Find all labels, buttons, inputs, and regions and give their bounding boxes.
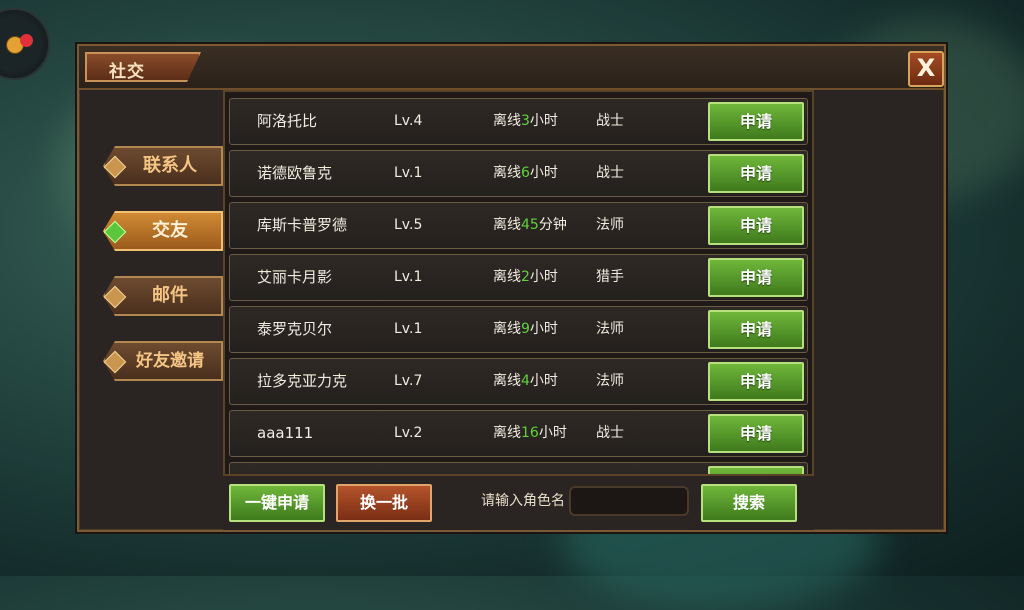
offline-value: 3 [521, 113, 530, 129]
apply-button[interactable]: 申请 [708, 154, 804, 193]
player-name: 库斯卡普罗德 [257, 216, 348, 234]
offline-unit: 小时 [529, 269, 558, 285]
offline-unit: 小时 [529, 373, 558, 389]
player-class: 战士 [596, 425, 624, 441]
apply-button[interactable]: 申请 [708, 414, 804, 453]
offline-prefix: 离线 [493, 165, 521, 181]
list-item-partial [229, 462, 808, 474]
player-level: Lv.1 [394, 321, 423, 337]
player-level: Lv.7 [394, 373, 423, 389]
apply-all-button[interactable]: 一键申请 [229, 484, 325, 522]
player-name: 艾丽卡月影 [257, 268, 333, 286]
apply-button[interactable]: 申请 [708, 102, 804, 141]
offline-prefix: 离线 [493, 217, 521, 233]
offline-prefix: 离线 [493, 269, 521, 285]
notification-dot-icon [20, 34, 33, 47]
player-class: 法师 [596, 217, 624, 233]
search-label: 请输入角色名 [481, 493, 565, 509]
offline-value: 2 [521, 269, 530, 285]
minimap-corner[interactable] [0, 8, 50, 80]
sidebar: 联系人 交友 邮件 好友邀请 [79, 90, 225, 530]
offline-prefix: 离线 [493, 373, 521, 389]
offline-unit: 小时 [529, 165, 558, 181]
offline-value: 16 [521, 425, 539, 441]
player-name: aaa111 [257, 424, 314, 442]
apply-button[interactable]: 申请 [708, 310, 804, 349]
bottom-toolbar: 一键申请 换一批 请输入角色名 搜索 [223, 476, 814, 530]
player-name: 泰罗克贝尔 [257, 320, 333, 338]
social-panel: 社交 X 联系人 交友 邮件 好友邀请 阿洛托比 Lv.4 离线3小时 战士 申… [77, 44, 946, 532]
panel-title: 社交 [109, 62, 145, 82]
player-class: 战士 [596, 165, 624, 181]
offline-value: 9 [521, 321, 530, 337]
player-class: 猎手 [596, 269, 624, 285]
apply-button[interactable]: 申请 [708, 258, 804, 297]
player-class: 战士 [596, 113, 624, 129]
player-level: Lv.1 [394, 269, 423, 285]
apply-button-partial[interactable] [708, 466, 804, 474]
offline-status: 离线3小时 [493, 99, 558, 144]
list-item: 艾丽卡月影 Lv.1 离线2小时 猎手 申请 [229, 254, 808, 301]
list-item: aaa111 Lv.2 离线16小时 战士 申请 [229, 410, 808, 457]
apply-button[interactable]: 申请 [708, 362, 804, 401]
offline-status: 离线9小时 [493, 307, 558, 352]
player-class: 法师 [596, 373, 624, 389]
offline-status: 离线4小时 [493, 359, 558, 404]
player-class: 法师 [596, 321, 624, 337]
player-name: 拉多克亚力克 [257, 372, 348, 390]
search-button[interactable]: 搜索 [701, 484, 797, 522]
offline-value: 45 [521, 217, 539, 233]
offline-unit: 小时 [538, 425, 567, 441]
offline-status: 离线16小时 [493, 411, 567, 456]
offline-prefix: 离线 [493, 425, 521, 441]
player-level: Lv.5 [394, 217, 423, 233]
player-level: Lv.4 [394, 113, 423, 129]
search-input[interactable] [569, 486, 689, 516]
apply-button[interactable]: 申请 [708, 206, 804, 245]
player-level: Lv.2 [394, 425, 423, 441]
offline-value: 4 [521, 373, 530, 389]
refresh-batch-button[interactable]: 换一批 [336, 484, 432, 522]
player-level: Lv.1 [394, 165, 423, 181]
offline-status: 离线45分钟 [493, 203, 567, 248]
offline-unit: 小时 [529, 113, 558, 129]
player-list[interactable]: 阿洛托比 Lv.4 离线3小时 战士 申请 诺德欧鲁克 Lv.1 离线6小时 战… [223, 90, 814, 476]
list-item: 泰罗克贝尔 Lv.1 离线9小时 法师 申请 [229, 306, 808, 353]
offline-status: 离线6小时 [493, 151, 558, 196]
list-item: 阿洛托比 Lv.4 离线3小时 战士 申请 [229, 98, 808, 145]
panel-header: 社交 X [79, 46, 944, 90]
close-button[interactable]: X [908, 51, 944, 87]
list-item: 库斯卡普罗德 Lv.5 离线45分钟 法师 申请 [229, 202, 808, 249]
list-item: 诺德欧鲁克 Lv.1 离线6小时 战士 申请 [229, 150, 808, 197]
offline-unit: 小时 [529, 321, 558, 337]
list-item: 拉多克亚力克 Lv.7 离线4小时 法师 申请 [229, 358, 808, 405]
offline-prefix: 离线 [493, 113, 521, 129]
offline-status: 离线2小时 [493, 255, 558, 300]
player-name: 阿洛托比 [257, 112, 318, 130]
offline-prefix: 离线 [493, 321, 521, 337]
player-name: 诺德欧鲁克 [257, 164, 333, 182]
offline-value: 6 [521, 165, 530, 181]
offline-unit: 分钟 [538, 217, 567, 233]
